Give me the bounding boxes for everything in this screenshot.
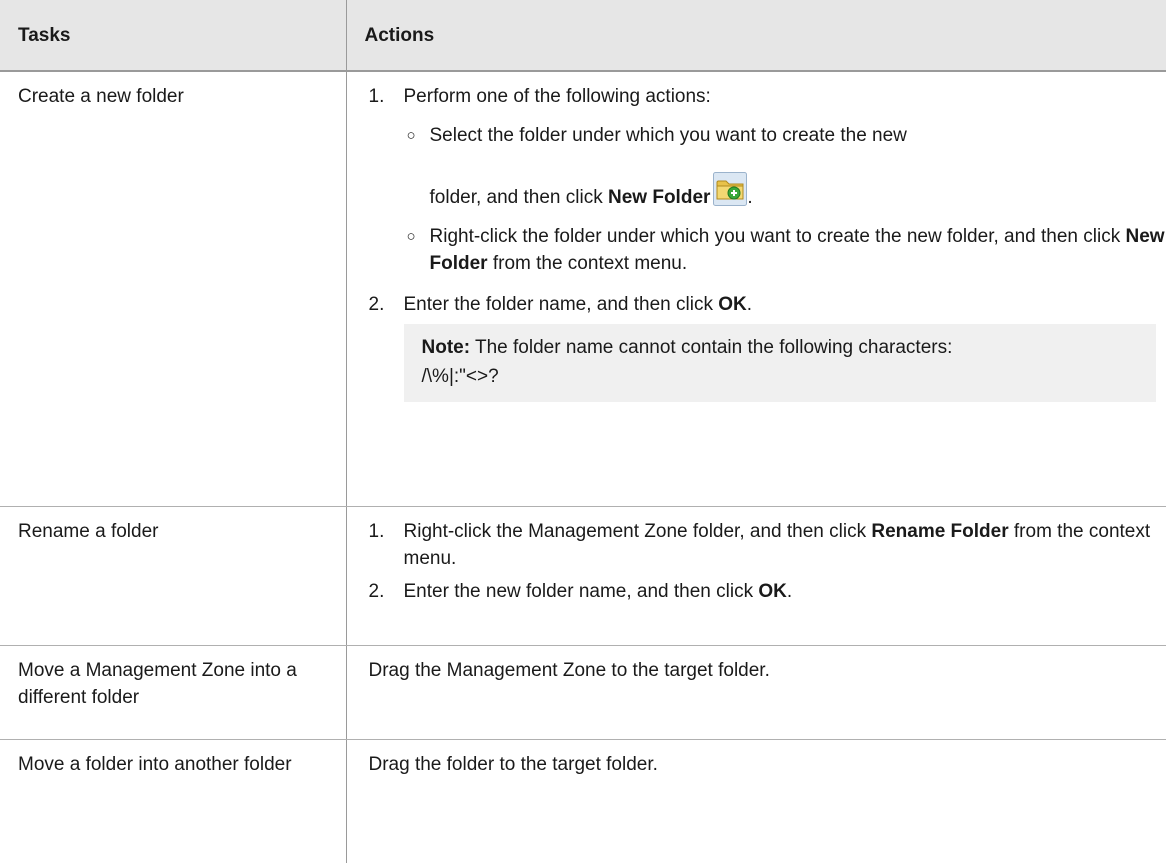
sub-step-text: folder, and then click xyxy=(429,187,608,208)
actions-column-header: Actions xyxy=(345,0,1166,72)
sub-step-text: Right-click the folder under which you w… xyxy=(429,226,1126,247)
action-cell: Drag the folder to the target folder. xyxy=(345,739,1166,863)
ok-label: OK xyxy=(718,294,747,315)
sub-step-line2: folder, and then click New Folder . xyxy=(430,172,1166,211)
step-text: Perform one of the following actions: xyxy=(403,86,711,107)
step-number: 2. xyxy=(368,294,385,315)
sub-step-text-end: from the context menu. xyxy=(487,253,688,274)
bullet-icon: ○ xyxy=(406,228,416,245)
note-text: The folder name cannot contain the follo… xyxy=(470,337,953,358)
sub-step-period: . xyxy=(747,187,753,208)
note-box: Note: The folder name cannot contain the… xyxy=(403,324,1156,402)
new-folder-icon xyxy=(713,172,748,206)
table-row: Move a folder into another folder Drag t… xyxy=(0,739,1166,863)
step-text: Enter the folder name, and then click xyxy=(403,294,719,315)
task-cell: Rename a folder xyxy=(0,506,346,647)
step-text-end: . xyxy=(746,294,753,315)
sub-step-line1: Select the folder under which you want t… xyxy=(429,125,907,146)
task-cell: Create a new folder xyxy=(0,71,346,508)
note-label: Note: xyxy=(421,337,471,358)
step-number: 1. xyxy=(368,521,385,543)
action-cell: 1. Perform one of the following actions:… xyxy=(345,71,1166,508)
step-text: Enter the new folder name, and then clic… xyxy=(403,581,759,603)
sub-step-item: ○ Right-click the folder under which you… xyxy=(404,223,1166,277)
step-item: 1. Perform one of the following actions:… xyxy=(369,83,1166,277)
bullet-icon: ○ xyxy=(406,127,416,144)
step-item: 1. Right-click the Management Zone folde… xyxy=(369,518,1166,572)
invalid-characters: /\%|:"<>? xyxy=(421,366,499,387)
sub-step-item: ○ Select the folder under which you want… xyxy=(404,122,1166,211)
step-text-end: . xyxy=(786,581,793,603)
rename-folder-label: Rename Folder xyxy=(871,521,1009,543)
table-row: Move a Management Zone into a different … xyxy=(0,645,1166,741)
table-row: Create a new folder 1. Perform one of th… xyxy=(0,71,1166,508)
step-number: 1. xyxy=(368,86,385,107)
table-row: Rename a folder 1. Right-click the Manag… xyxy=(0,506,1166,647)
new-folder-label: New Folder xyxy=(608,187,711,208)
steps-list: 1. Perform one of the following actions:… xyxy=(369,83,1166,402)
step-item: 2. Enter the folder name, and then click… xyxy=(369,291,1166,402)
action-cell: Drag the Management Zone to the target f… xyxy=(345,645,1166,741)
step-item: 2. Enter the new folder name, and then c… xyxy=(369,578,1166,605)
tasks-actions-table: Tasks Actions Create a new folder 1. Per… xyxy=(0,0,1166,863)
steps-list: 1. Right-click the Management Zone folde… xyxy=(369,518,1166,605)
action-cell: 1. Right-click the Management Zone folde… xyxy=(345,506,1166,647)
table-header-row: Tasks Actions xyxy=(0,0,1166,72)
step-text: Right-click the Management Zone folder, … xyxy=(403,521,872,543)
task-cell: Move a Management Zone into a different … xyxy=(0,645,346,741)
task-cell: Move a folder into another folder xyxy=(18,754,292,776)
tasks-column-header: Tasks xyxy=(0,0,346,72)
ok-label: OK xyxy=(758,581,787,603)
step-number: 2. xyxy=(368,581,385,603)
sub-steps-list: ○ Select the folder under which you want… xyxy=(404,122,1166,277)
